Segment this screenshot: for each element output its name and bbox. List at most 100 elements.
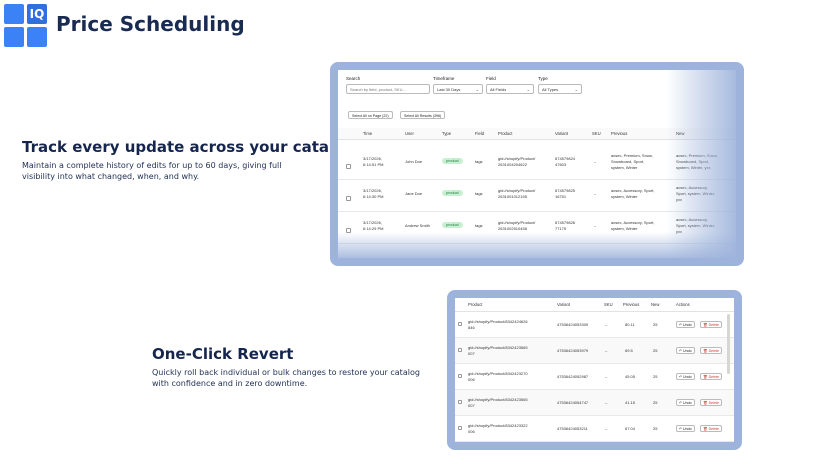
table-row[interactable]: gid://shopify/Product/8342424626 846 475… (455, 312, 734, 338)
table-row[interactable]: 3/17/2026, 6:14:29 PM Andrew Smith produ… (338, 212, 736, 244)
table-row[interactable]: gid://shopify/Product/8342423565 007 475… (455, 390, 734, 416)
row-checkbox[interactable] (458, 374, 462, 378)
delete-button[interactable]: 🗑 Delete (700, 321, 722, 328)
type-badge: product (442, 222, 463, 228)
row-sku: – (605, 426, 608, 431)
col-product: Product (468, 302, 483, 307)
row-checkbox[interactable] (458, 322, 462, 326)
row-checkbox[interactable] (346, 228, 351, 233)
trash-icon: 🗑 (703, 349, 708, 353)
field-select[interactable]: All Fields ⌄ (486, 84, 534, 94)
timeframe-label: Timeframe (433, 76, 455, 81)
row-previous: system, Winter (611, 194, 638, 199)
undo-icon: ↶ (679, 349, 683, 353)
col-previous: Previous (611, 131, 628, 136)
col-actions: Actions (676, 302, 690, 307)
row-product: gid://shopify/Product/ (498, 156, 536, 161)
row-checkbox[interactable] (346, 196, 351, 201)
row-checkbox[interactable] (458, 426, 462, 430)
undo-label: Undo (683, 401, 692, 405)
undo-label: Undo (683, 349, 692, 353)
row-checkbox[interactable] (346, 164, 351, 169)
col-new: New (676, 131, 685, 136)
col-field: Field (475, 131, 485, 136)
row-new: 25 (653, 400, 658, 405)
row-previous: system, Winter (611, 165, 638, 170)
select-all-page-button[interactable]: Select All on Page (22) (348, 111, 393, 119)
row-sku: – (594, 223, 597, 228)
revert-screenshot-frame: Product Variant SKU Previous New Actions… (447, 290, 742, 450)
undo-button[interactable]: ↶ Undo (676, 321, 695, 328)
table-row[interactable]: 3/17/2026, 6:14:30 PM Jane Doe product t… (338, 180, 736, 212)
row-variant: 47536424052987 (557, 374, 589, 379)
row-product: gid://shopify/Product/8342424626 (468, 319, 528, 324)
row-checkbox[interactable] (458, 400, 462, 404)
row-product-id: 2631001012155 (498, 194, 527, 199)
undo-button[interactable]: ↶ Undo (676, 373, 695, 380)
row-new: 25 (653, 322, 658, 327)
row-field: tags (475, 159, 483, 164)
row-previous: 69.5 (625, 348, 633, 353)
row-field: tags (475, 223, 483, 228)
row-variant: 47536424054747 (557, 400, 589, 405)
col-type: Type (442, 131, 452, 136)
table-row[interactable]: 3/17/2026, 6:14:51 PM John Doe product t… (338, 148, 736, 180)
logo-text: IQ (27, 4, 47, 24)
table-row[interactable]: gid://shopify/Product/8342423322 006 475… (455, 416, 734, 442)
chevron-down-icon: ⌄ (526, 87, 530, 92)
col-previous: Previous (623, 302, 640, 307)
row-new: Sport, system, Winter, (676, 223, 716, 228)
col-variant: Variant (557, 302, 570, 307)
chevron-down-icon: ⌄ (475, 87, 479, 92)
row-previous: 45.05 (625, 374, 636, 379)
row-time-date: 3/17/2026, (363, 220, 382, 225)
row-product: gid://shopify/Product/8342423270 (468, 371, 528, 376)
row-variant-suffix: 16751 (555, 194, 567, 199)
delete-button[interactable]: 🗑 Delete (700, 347, 722, 354)
select-all-results-button[interactable]: Select All Results (396) (400, 111, 446, 119)
table-row[interactable]: gid://shopify/Product/8342423565 007 475… (455, 338, 734, 364)
row-user: Jane Doe (405, 191, 423, 196)
undo-icon: ↶ (679, 375, 683, 379)
scrollbar[interactable] (727, 314, 730, 374)
row-variant: 47536424053309 (557, 322, 589, 327)
row-time-clock: 6:14:51 PM (363, 162, 384, 167)
search-input[interactable]: Search by field, product, SKU... (346, 84, 430, 94)
row-checkbox[interactable] (458, 348, 462, 352)
col-variant: Variant (555, 131, 568, 136)
undo-label: Undo (683, 427, 692, 431)
type-select[interactable]: All Types ⌄ (538, 84, 582, 94)
row-sku: – (605, 322, 608, 327)
undo-button[interactable]: ↶ Undo (676, 347, 695, 354)
revert-table-header: Product Variant SKU Previous New Actions (455, 298, 734, 312)
logo-square (4, 27, 24, 47)
type-value: All Types (542, 87, 559, 92)
row-product: gid://shopify/Product/8342423565 (468, 345, 528, 350)
app-logo: IQ (4, 4, 48, 48)
timeframe-select[interactable]: Last 30 Days ⌄ (433, 84, 483, 94)
table-row[interactable]: gid://shopify/Product/8342423270 006 475… (455, 364, 734, 390)
row-new: acsec, Accessory, (676, 185, 708, 190)
row-variant: 674579826 (555, 220, 576, 225)
undo-button[interactable]: ↶ Undo (676, 425, 695, 432)
trash-icon: 🗑 (703, 427, 708, 431)
col-sku: SKU (592, 131, 601, 136)
row-variant-suffix: 47603 (555, 162, 567, 167)
row-previous: acsec, Accessory, Sport, (611, 188, 655, 193)
trash-icon: 🗑 (703, 323, 708, 327)
delete-button[interactable]: 🗑 Delete (700, 373, 722, 380)
row-sku: – (605, 400, 608, 405)
delete-button[interactable]: 🗑 Delete (700, 425, 722, 432)
row-sku: – (594, 159, 597, 164)
chevron-down-icon: ⌄ (574, 87, 578, 92)
trash-icon: 🗑 (703, 375, 708, 379)
row-new: yxx (676, 229, 682, 234)
feature-desc-history-line2: visibility into what changed, when, and … (22, 172, 200, 181)
row-user: John Doe (405, 159, 423, 164)
undo-button[interactable]: ↶ Undo (676, 399, 695, 406)
feature-desc-revert-line1: Quickly roll back individual or bulk cha… (152, 368, 420, 377)
row-sku: – (605, 374, 608, 379)
delete-button[interactable]: 🗑 Delete (700, 399, 722, 406)
row-product-suffix: 846 (468, 325, 475, 330)
row-product: gid://shopify/Product/8342423565 (468, 397, 528, 402)
